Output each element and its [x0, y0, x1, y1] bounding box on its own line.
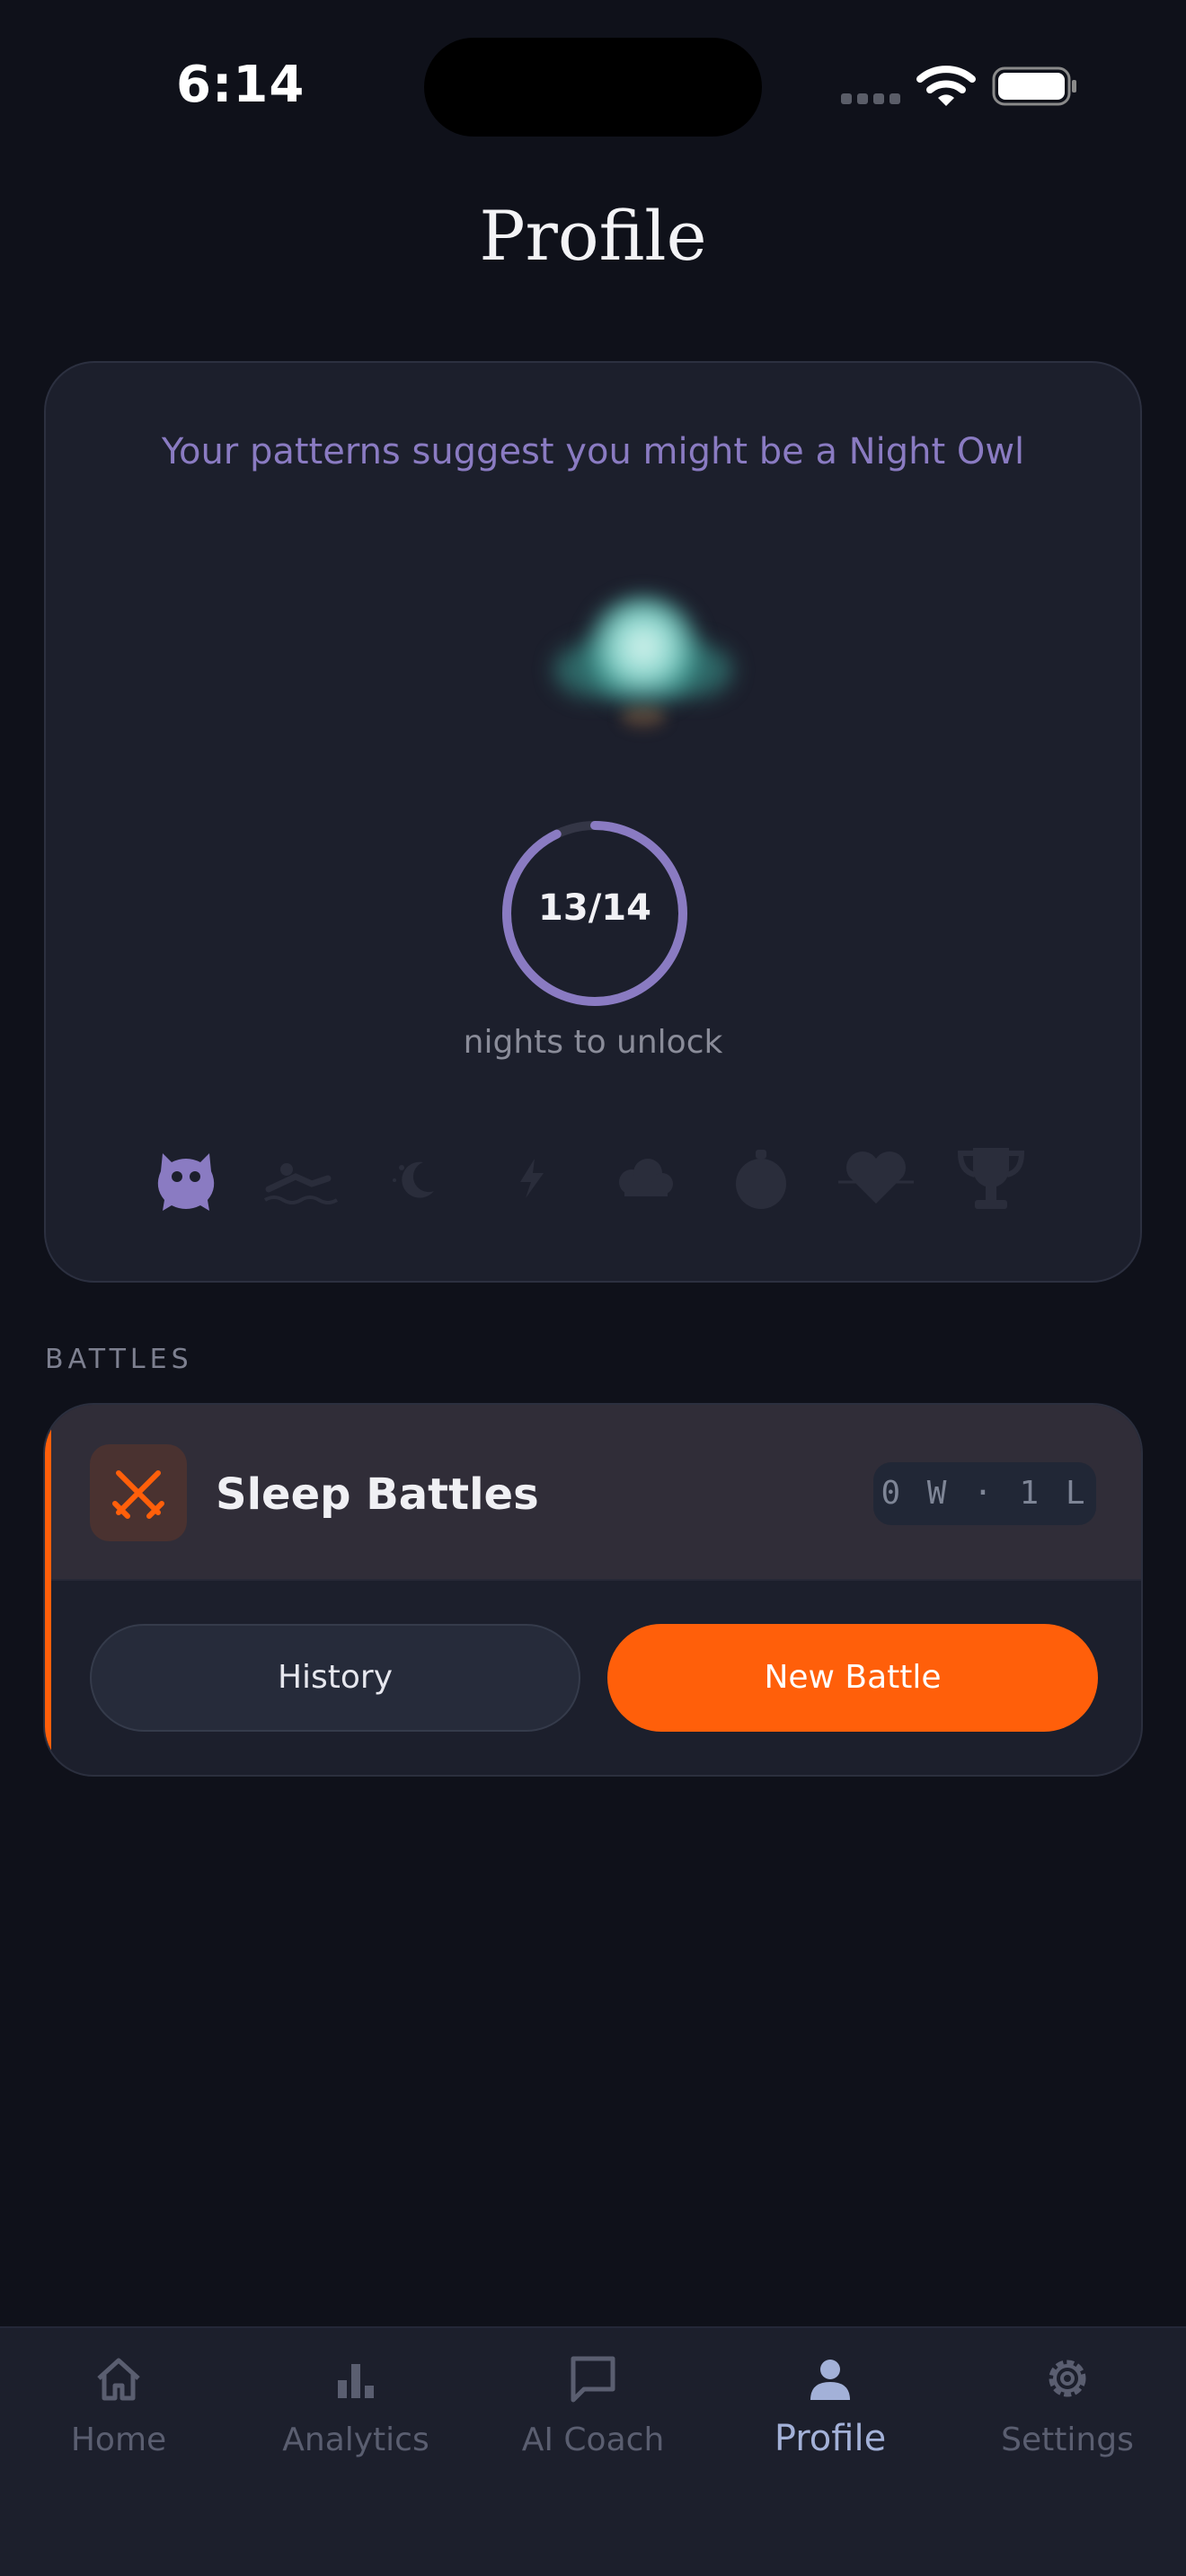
- person-icon: [810, 2360, 850, 2400]
- dynamic-island: [424, 38, 762, 137]
- crossed-swords-icon: [112, 1470, 164, 1519]
- chat-bubble-icon: [571, 2356, 615, 2403]
- tab-home-label: Home: [70, 2422, 167, 2458]
- battles-header: Sleep Battles 0 W · 1 L: [45, 1405, 1141, 1581]
- tab-analytics-label: Analytics: [282, 2422, 429, 2458]
- history-button[interactable]: History: [90, 1624, 580, 1732]
- tab-home[interactable]: Home: [0, 2328, 237, 2576]
- tab-settings[interactable]: Settings: [949, 2328, 1186, 2576]
- tab-ai-coach[interactable]: AI Coach: [474, 2328, 712, 2576]
- swimmer-icon[interactable]: [260, 1135, 342, 1218]
- tab-profile-label: Profile: [774, 2418, 887, 2459]
- trophy-icon[interactable]: [950, 1135, 1032, 1218]
- battles-accent-bar: [45, 1405, 51, 1775]
- lightning-icon[interactable]: [490, 1135, 572, 1218]
- battles-section-label: BATTLES: [45, 1344, 193, 1375]
- badge-row: [145, 1135, 1088, 1234]
- home-icon: [97, 2358, 140, 2401]
- unlock-progress-value: 13/14: [538, 887, 651, 929]
- bar-chart-icon: [338, 2364, 374, 2398]
- status-bar: 6:14: [0, 0, 1186, 171]
- owl-icon[interactable]: [145, 1135, 227, 1218]
- stopwatch-icon[interactable]: [720, 1135, 802, 1218]
- battles-icon-box: [90, 1444, 187, 1541]
- battery-icon: [992, 66, 1076, 106]
- tab-bar: Home Analytics AI Coach Profile Settings: [0, 2326, 1186, 2576]
- new-battle-button[interactable]: New Battle: [607, 1624, 1098, 1732]
- moon-icon[interactable]: [375, 1135, 457, 1218]
- battles-title: Sleep Battles: [216, 1469, 539, 1520]
- unlock-progress-caption: nights to unlock: [463, 1024, 723, 1061]
- wifi-icon: [916, 66, 976, 106]
- battle-record-badge: 0 W · 1 L: [873, 1462, 1096, 1525]
- tab-profile[interactable]: Profile: [712, 2328, 949, 2576]
- chronotype-orb-image: [549, 571, 738, 742]
- heart-icon[interactable]: [835, 1135, 917, 1218]
- cellular-signal-icon: [841, 93, 902, 106]
- tab-ai-coach-label: AI Coach: [521, 2422, 665, 2458]
- chronotype-suggestion: Your patterns suggest you might be a Nig…: [161, 431, 1025, 472]
- gear-icon: [1049, 2360, 1086, 2397]
- tab-settings-label: Settings: [1001, 2422, 1134, 2458]
- chronotype-card: Your patterns suggest you might be a Nig…: [44, 361, 1142, 1283]
- cloud-icon[interactable]: [605, 1135, 687, 1218]
- page-title: Profile: [479, 196, 707, 276]
- status-time: 6:14: [176, 56, 305, 114]
- battles-card: Sleep Battles 0 W · 1 L History New Batt…: [43, 1403, 1143, 1777]
- profile-screen: 6:14 Profile Your patterns suggest you m…: [0, 0, 1186, 2576]
- tab-analytics[interactable]: Analytics: [237, 2328, 474, 2576]
